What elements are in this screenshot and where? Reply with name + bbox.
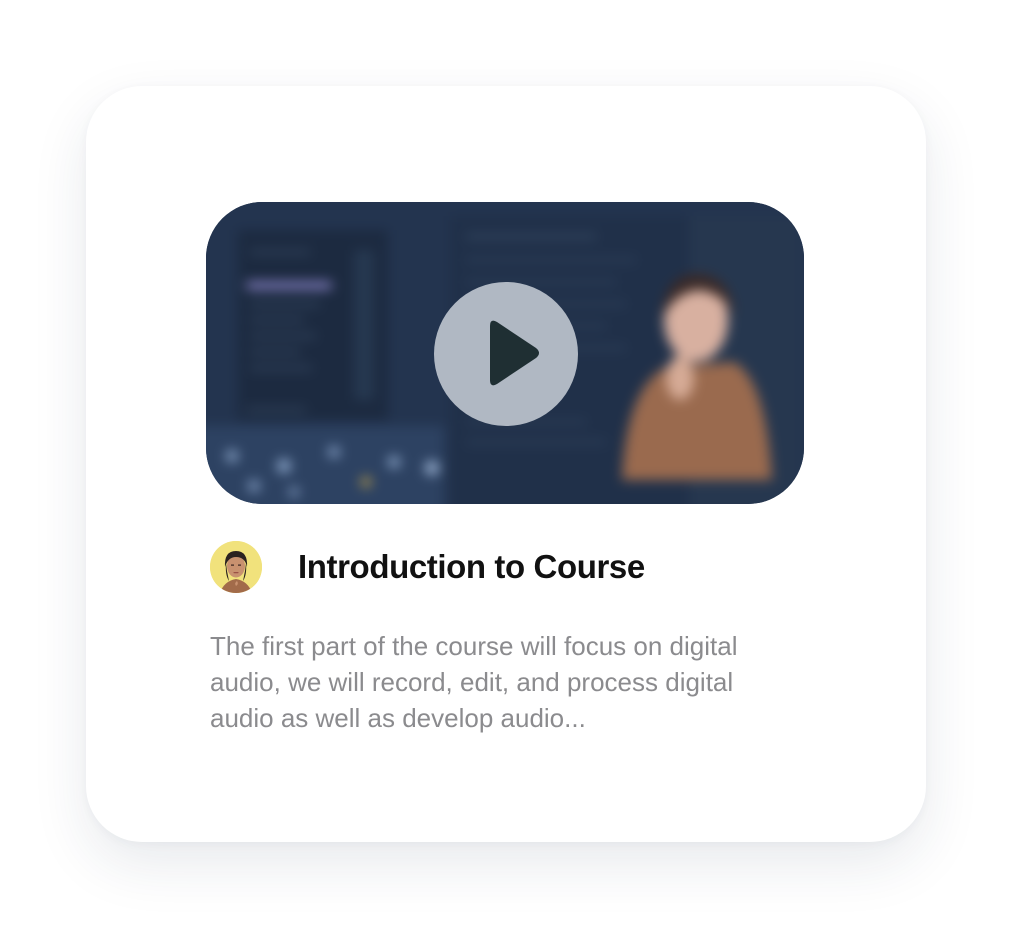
play-button[interactable]	[434, 282, 578, 426]
instructor-avatar[interactable]	[210, 541, 262, 593]
lesson-description: The first part of the course will focus …	[210, 631, 738, 733]
lesson-title: Introduction to Course	[298, 548, 645, 585]
video-thumbnail[interactable]	[206, 202, 804, 504]
course-lesson-card: Introduction to Course The first part of…	[86, 86, 926, 842]
play-icon	[490, 320, 539, 386]
lesson-header: Introduction to Course	[210, 540, 645, 594]
